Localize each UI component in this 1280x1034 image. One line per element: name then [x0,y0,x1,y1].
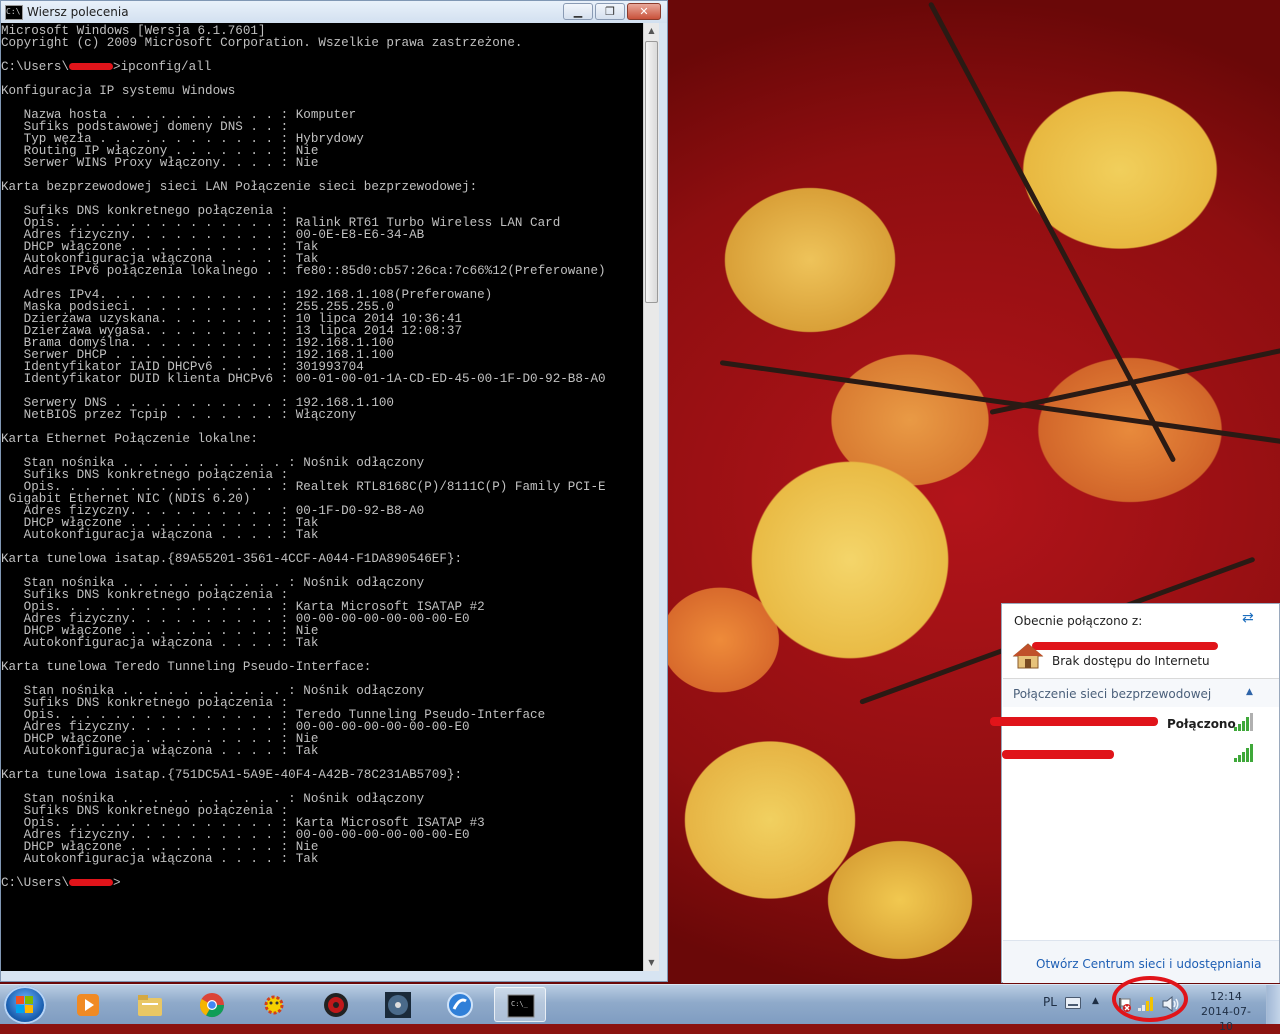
home-network-icon [1012,643,1044,669]
wireless-section-label: Połączenie sieci bezprzewodowej [1013,687,1212,701]
sun-app-icon [264,995,284,1015]
show-desktop-button[interactable] [1266,985,1280,1024]
taskbar-app-blue[interactable] [434,987,486,1022]
signal-strength-icon [1234,744,1254,762]
console-line: Autokonfiguracja włączona . . . . : Tak [1,528,319,542]
console-line: Karta tunelowa isatap.{89A55201-3561-4CC… [1,552,463,566]
blue-app-icon [447,992,473,1018]
cmd-window-icon[interactable]: C:\ [5,5,23,20]
scroll-thumb[interactable] [645,41,658,303]
taskbar-app-record[interactable] [310,987,362,1022]
console-line: C:\Users\ > [1,876,121,890]
console-line: Serwer WINS Proxy włączony. . . . : Nie [1,156,319,170]
console-output[interactable]: Microsoft Windows [Wersja 6.1.7601] Copyr… [1,23,643,971]
console-line: Autokonfiguracja włączona . . . . : Tak [1,636,319,650]
vertical-scrollbar[interactable]: ▲ ▼ [643,23,659,971]
cmd-icon: C:\_ [507,994,535,1018]
explorer-icon [138,995,162,1016]
wallpaper-branch [989,347,1280,415]
taskbar-app-chrome[interactable] [186,987,238,1022]
currently-connected-label: Obecnie połączono z: [1014,614,1143,628]
no-internet-status: Brak dostępu do Internetu [1052,654,1210,668]
chrome-icon [199,993,224,1018]
console-line: C:\Users\ >ipconfig/all [1,60,212,74]
collapse-chevron-icon[interactable]: ▲ [1246,687,1253,697]
redacted-network-name[interactable] [990,717,1158,726]
redaction-mark [1032,642,1218,650]
fan-app-icon [385,992,411,1018]
maximize-icon: ❐ [605,5,615,18]
keyboard-icon[interactable] [1065,997,1081,1009]
console-line: Karta bezprzewodowej sieci LAN Połączeni… [1,180,478,194]
show-hidden-icons-chevron-icon[interactable]: ▲ [1092,996,1099,1006]
maximize-button[interactable]: ❐ [595,3,625,20]
console-line: Autokonfiguracja włączona . . . . : Tak [1,744,319,758]
clock-date: 2014-07-10 [1201,1005,1251,1033]
signal-strength-warning-icon [1234,713,1254,731]
wallpaper-branch [719,360,1280,449]
console-line: Autokonfiguracja włączona . . . . : Tak [1,852,319,866]
clock-time: 12:14 [1210,990,1242,1003]
console-line: Adres IPv6 połączenia lokalnego . : fe80… [1,264,606,278]
window-title: Wiersz polecenia [27,5,129,19]
console-line: Identyfikator DUID klienta DHCPv6 : 00-0… [1,372,606,386]
close-icon: ✕ [639,5,649,18]
console-line: NetBIOS przez Tcpip . . . . . . . : Włąc… [1,408,357,422]
network-flyout: Obecnie połączono z: ⇄ Brak dostępu do I… [990,603,1280,983]
taskbar: C:\_ PL ▲ 12:14 2014-07-10 [0,984,1280,1033]
console-line: Karta tunelowa isatap.{751DC5A1-5A9E-40F… [1,768,463,782]
refresh-icon[interactable]: ⇄ [1242,610,1254,626]
language-indicator[interactable]: PL [1043,995,1057,1009]
taskbar-app-sun[interactable] [248,987,300,1022]
title-bar[interactable]: C:\ Wiersz polecenia ▁ ❐ ✕ [1,1,667,23]
media-player-icon [77,994,99,1016]
windows-logo-icon [16,996,34,1014]
start-button[interactable] [4,986,46,1024]
connected-status: Połączono [1167,717,1236,731]
record-app-icon [324,993,348,1017]
console-line: Karta Ethernet Połączenie lokalne: [1,432,258,446]
minimize-button[interactable]: ▁ [563,3,593,20]
open-network-center-link[interactable]: Otwórz Centrum sieci i udostępniania [1036,957,1261,971]
scroll-down-arrow-icon[interactable]: ▼ [644,955,659,971]
redacted-username [69,879,114,887]
svg-text:C:\_: C:\_ [511,1000,529,1008]
red-circle-annotation [1112,976,1188,1022]
taskbar-app-media-player[interactable] [62,987,114,1022]
redacted-network-name[interactable] [1002,750,1114,759]
taskbar-app-fan[interactable] [372,987,424,1022]
wireless-section-header[interactable]: Połączenie sieci bezprzewodowej ▲ [1003,679,1279,707]
taskbar-app-cmd[interactable]: C:\_ [494,987,546,1022]
cmd-window[interactable]: C:\ Wiersz polecenia ▁ ❐ ✕ Microsoft Win… [0,0,668,982]
console-line: Konfiguracja IP systemu Windows [1,84,236,98]
close-button[interactable]: ✕ [627,3,661,20]
scroll-up-arrow-icon[interactable]: ▲ [644,23,659,39]
console-line: Copyright (c) 2009 Microsoft Corporation… [1,36,523,50]
taskbar-app-explorer[interactable] [124,987,176,1022]
minimize-icon: ▁ [573,5,583,18]
clock[interactable]: 12:14 2014-07-10 [1196,989,1256,1034]
console-line: Karta tunelowa Teredo Tunneling Pseudo-I… [1,660,372,674]
redacted-username [69,63,114,71]
